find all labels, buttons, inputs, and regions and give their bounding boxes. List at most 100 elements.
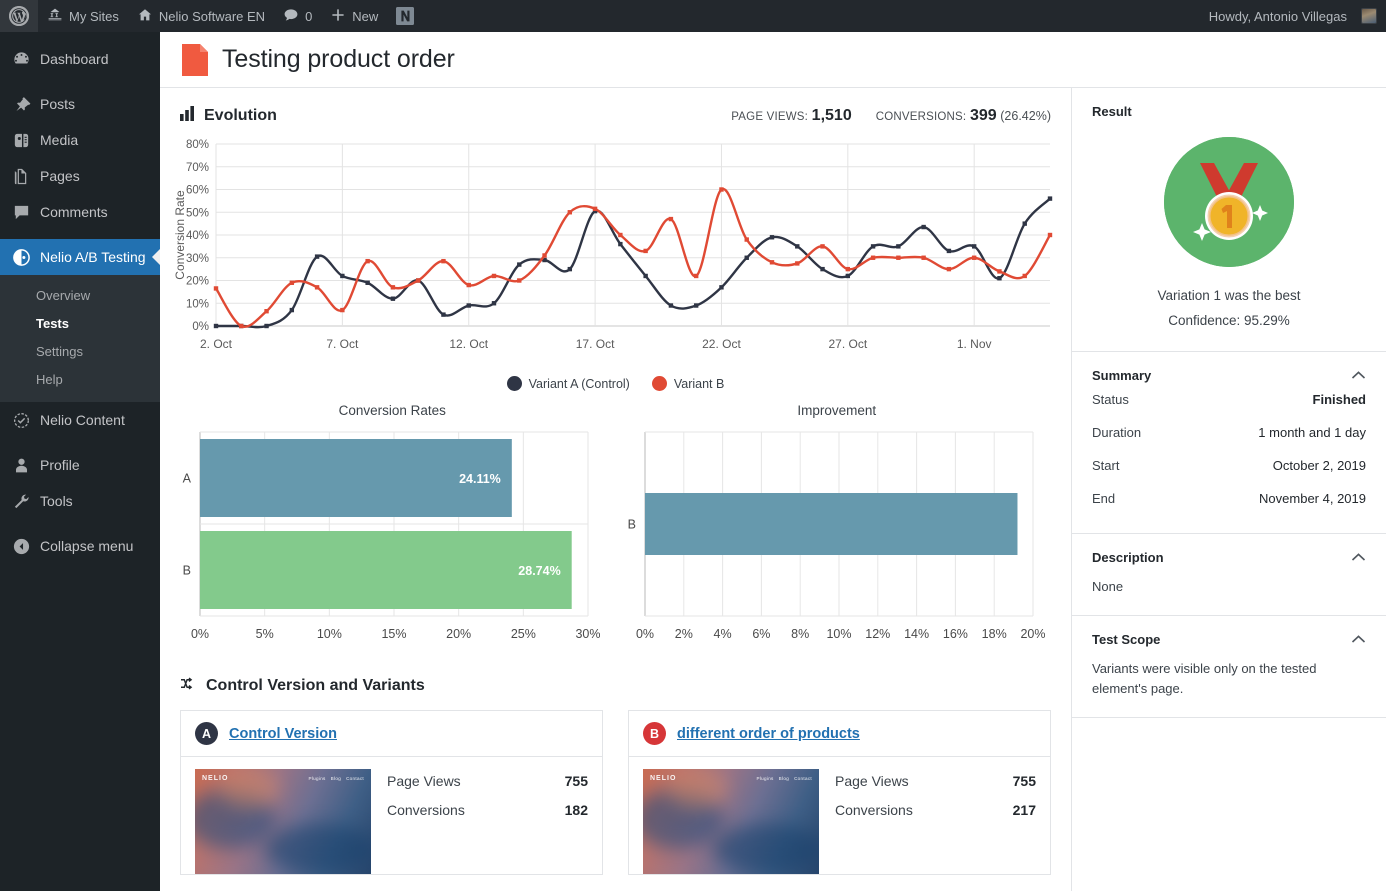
svg-text:24.11%: 24.11%	[459, 472, 501, 486]
variant-link[interactable]: Control Version	[229, 726, 337, 742]
improvement-chart[interactable]: Improvement 0% 2% 4% 6% 8% 10% 12% 14% 16% 18% 20%…	[615, 403, 1060, 662]
svg-text:2. Oct: 2. Oct	[200, 337, 233, 351]
admin-bar-item-new[interactable]: New	[321, 0, 387, 32]
sidebar-item-tools[interactable]: Tools	[0, 483, 160, 519]
svg-text:20%: 20%	[186, 276, 209, 288]
variant-card-a: A Control Version NELIO Plugins Blog Conta…	[180, 710, 603, 875]
result-best-variation: Variation 1 was the best	[1157, 288, 1301, 303]
test-scope-panel: Test Scope Variants were visible only on…	[1072, 616, 1386, 718]
summary-value: 1 month and 1 day	[1258, 425, 1366, 440]
thumbnail-nav: Plugins Blog Contact	[308, 776, 364, 781]
sidebar-item-overview[interactable]: Overview	[0, 282, 160, 310]
variant-badge: B	[643, 722, 666, 745]
variant-stat-row: Conversions 182	[387, 798, 588, 827]
results-sidebar: Result Variation 1 was the best Confiden…	[1071, 88, 1386, 891]
legend-item-variant-b[interactable]: Variant B	[651, 376, 725, 391]
sidebar-item-profile[interactable]: Profile	[0, 447, 160, 483]
summary-heading[interactable]: Summary	[1092, 368, 1366, 383]
comment-icon	[283, 7, 299, 26]
test-scope-heading[interactable]: Test Scope	[1092, 632, 1366, 647]
collapse-menu-button[interactable]: Collapse menu	[0, 528, 160, 564]
sidebar-item-settings[interactable]: Settings	[0, 338, 160, 366]
evolution-legend: Variant A (Control) Variant B	[160, 376, 1071, 391]
menu-spacer	[0, 32, 160, 41]
sidebar-item-label: Comments	[40, 204, 108, 220]
variant-card-body: NELIO Plugins Blog Contact Page Views 755	[181, 757, 602, 874]
summary-row-start: Start October 2, 2019	[1092, 449, 1366, 482]
page-views-stat: PAGE VIEWS: 1,510	[731, 107, 851, 125]
cvv-heading: Control Version and Variants	[180, 676, 1051, 696]
thumbnail-logo: NELIO	[202, 775, 229, 782]
conversion-rates-chart[interactable]: Conversion Rates 0% 5% 10% 15% 20% 25% 30% A 24.…	[170, 403, 615, 662]
collapse-arrow-icon	[11, 536, 31, 556]
menu-spacer	[0, 438, 160, 447]
conversions-stat: CONVERSIONS: 399 (26.42%)	[876, 107, 1051, 125]
sidebar-item-help[interactable]: Help	[0, 366, 160, 394]
test-results-page: Testing product order Evolution PAGE VIE…	[160, 32, 1386, 891]
stat-label: Conversions	[835, 802, 913, 818]
admin-bar-my-account[interactable]: Howdy, Antonio Villegas	[1200, 0, 1386, 32]
svg-text:25%: 25%	[511, 627, 536, 641]
sidebar-item-label: Profile	[40, 457, 80, 473]
conversion-rates-bar-chart-svg[interactable]: 0% 5% 10% 15% 20% 25% 30% A 24.11% B 28.74%	[170, 424, 601, 659]
legend-color-dot	[506, 376, 522, 391]
svg-text:15%: 15%	[381, 627, 406, 641]
evolution-line-chart-svg[interactable]: 0% 10% 20% 30% 40% 50% 60% 70% 80% 2. Oct 7. Oct 12…	[170, 134, 1060, 369]
admin-bar-label: My Sites	[69, 8, 119, 24]
wordpress-logo-button[interactable]	[0, 0, 38, 32]
plus-icon	[330, 7, 346, 26]
svg-text:18%: 18%	[981, 627, 1006, 641]
menu-spacer	[0, 519, 160, 528]
admin-bar-item-comments[interactable]: 0	[274, 0, 321, 32]
variant-thumbnail[interactable]: NELIO Plugins Blog Contact	[643, 769, 819, 874]
sidebar-item-dashboard[interactable]: Dashboard	[0, 41, 160, 77]
improvement-bar-chart-svg[interactable]: 0% 2% 4% 6% 8% 10% 12% 14% 16% 18% 20% B	[615, 424, 1045, 659]
admin-bar-label: 0	[305, 8, 313, 24]
sidebar-item-pages[interactable]: Pages	[0, 158, 160, 194]
chevron-up-icon[interactable]	[1351, 368, 1366, 383]
svg-text:80%: 80%	[186, 139, 209, 151]
submenu-label: Tests	[36, 316, 69, 331]
svg-text:10%: 10%	[826, 627, 851, 641]
sidebar-item-media[interactable]: Media	[0, 122, 160, 158]
admin-bar-item-site-name[interactable]: Nelio Software EN	[128, 0, 274, 32]
admin-bar-label: Nelio Software EN	[158, 8, 266, 24]
stat-value: 755	[564, 773, 588, 789]
sidebar-item-comments[interactable]: Comments	[0, 194, 160, 230]
chevron-up-icon[interactable]	[1351, 632, 1366, 647]
svg-text:30%: 30%	[575, 627, 600, 641]
legend-color-dot	[651, 376, 667, 391]
evolution-chart[interactable]: 0% 10% 20% 30% 40% 50% 60% 70% 80% 2. Oct 7. Oct 12…	[160, 132, 1071, 372]
admin-bar-item-nelio[interactable]	[387, 0, 423, 32]
description-heading[interactable]: Description	[1092, 550, 1366, 565]
nelio-ab-icon	[11, 247, 31, 267]
page-views-value: 1,510	[811, 107, 852, 124]
variant-badge: A	[195, 722, 218, 745]
thumbnail-nav: Plugins Blog Contact	[756, 776, 812, 781]
description-text: None	[1092, 579, 1124, 594]
summary-key: Start	[1092, 458, 1120, 473]
pin-icon	[11, 94, 31, 114]
stat-value: 217	[1012, 802, 1036, 818]
chevron-up-icon[interactable]	[1351, 550, 1366, 565]
variant-thumbnail[interactable]: NELIO Plugins Blog Contact	[195, 769, 371, 874]
legend-item-variant-a[interactable]: Variant A (Control)	[506, 376, 630, 391]
comments-icon	[11, 202, 31, 222]
summary-key: End	[1092, 491, 1116, 506]
admin-bar-right: Howdy, Antonio Villegas	[1200, 0, 1386, 32]
sidebar-item-posts[interactable]: Posts	[0, 86, 160, 122]
sidebar-item-tests[interactable]: Tests	[0, 310, 160, 338]
admin-bar-item-my-sites[interactable]: My Sites	[38, 0, 128, 32]
variant-link[interactable]: different order of products	[677, 726, 860, 742]
sidebar-item-label: Posts	[40, 96, 76, 112]
svg-text:0%: 0%	[635, 627, 653, 641]
admin-bar: My Sites Nelio Software EN 0 New Howdy, …	[0, 0, 1386, 32]
evolution-title: Evolution	[180, 106, 277, 126]
sidebar-item-nelio-content[interactable]: Nelio Content	[0, 402, 160, 438]
sidebar-item-nelio-ab-testing[interactable]: Nelio A/B Testing	[0, 239, 160, 275]
svg-text:20%: 20%	[446, 627, 471, 641]
legend-label: Variant B	[673, 376, 725, 391]
stat-label: Page Views	[835, 773, 909, 789]
variant-cards-row: A Control Version NELIO Plugins Blog Conta…	[180, 710, 1051, 875]
result-heading-label: Result	[1092, 104, 1132, 119]
